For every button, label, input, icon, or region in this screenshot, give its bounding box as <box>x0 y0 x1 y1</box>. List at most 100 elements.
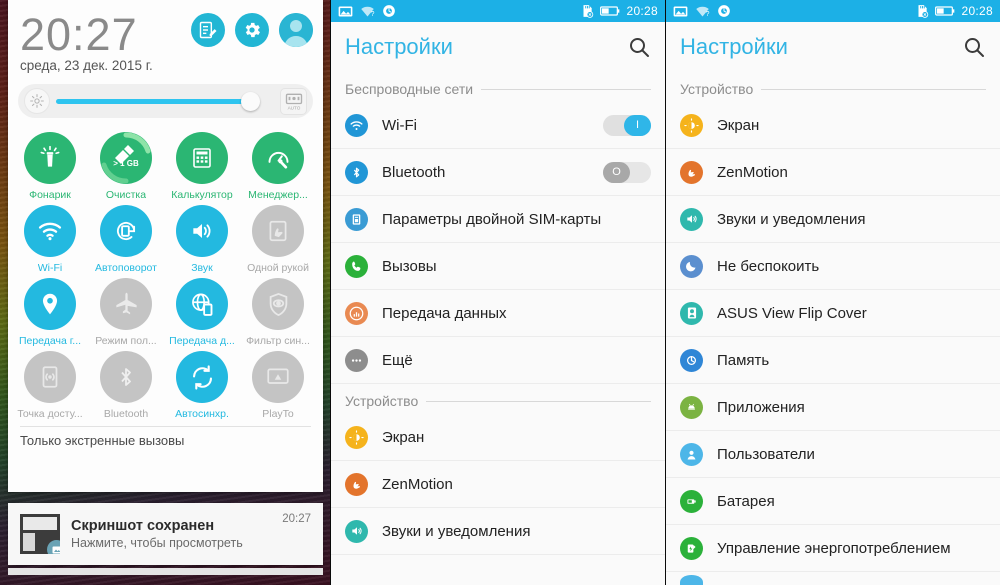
tile-flashlight[interactable]: Фонарик <box>12 128 88 201</box>
notification-body: Скриншот сохранен Нажмите, чтобы просмот… <box>71 518 271 550</box>
settings-row-sound[interactable]: Звуки и уведомления <box>331 508 665 555</box>
settings-gear-icon[interactable] <box>235 13 269 47</box>
settings-row-partial[interactable] <box>666 572 1000 585</box>
settings-row-label: Вызовы <box>382 257 437 275</box>
tile-sound[interactable]: Звук <box>164 201 240 274</box>
power-management-icon <box>680 536 703 560</box>
tile-autosync[interactable]: Автосинхр. <box>164 347 240 420</box>
page-title: Настройки <box>680 34 788 59</box>
settings-row-label: Не беспокоить <box>717 257 820 275</box>
manager-icon <box>252 132 304 184</box>
settings-row-users[interactable]: Пользователи <box>666 431 1000 478</box>
sound-icon <box>345 519 368 543</box>
settings-row-more[interactable]: Ещё <box>331 337 665 384</box>
tile-row: Точка досту... Bluetooth Автосинхр. Play… <box>12 347 319 420</box>
settings-row-label: Экран <box>382 428 425 446</box>
notification-shade-screen: 20:27 среда, 23 дек. 2015 г. AUTO Фонари… <box>0 0 330 585</box>
wifi-question-icon: ? <box>361 6 375 17</box>
tile-autorotate[interactable]: Автоповорот <box>88 201 164 274</box>
quick-note-icon[interactable] <box>191 13 225 47</box>
shade-handle-bar[interactable] <box>8 568 323 575</box>
tile-row: Wi-Fi Автоповорот Звук Одной рукой <box>12 201 319 274</box>
settings-row-zenmotion[interactable]: ZenMotion <box>666 149 1000 196</box>
page-title: Настройки <box>345 34 453 59</box>
search-icon[interactable] <box>962 35 986 59</box>
status-bar: ? 20:28 <box>666 0 1000 22</box>
settings-row-sound[interactable]: Звуки и уведомления <box>666 196 1000 243</box>
settings-row-zenmotion[interactable]: ZenMotion <box>331 461 665 508</box>
settings-row-label: Пользователи <box>717 445 815 463</box>
settings-row-label: ASUS View Flip Cover <box>717 304 867 322</box>
screenshot-thumbnail <box>20 514 60 554</box>
settings-title-bar: Настройки <box>331 22 665 72</box>
tile-wifi[interactable]: Wi-Fi <box>12 201 88 274</box>
status-bar-right-icons: 20:28 <box>580 4 658 18</box>
tile-bluelight-filter[interactable]: Фильтр син... <box>240 274 316 347</box>
settings-row-apps[interactable]: Приложения <box>666 384 1000 431</box>
tile-label: Режим пол... <box>95 335 157 347</box>
settings-row-bluetooth[interactable]: Bluetooth O <box>331 149 665 196</box>
bluetooth-icon <box>345 160 368 184</box>
storage-icon <box>680 348 703 372</box>
status-bar: ? 20:28 <box>331 0 665 22</box>
settings-screen-device: ? 20:28 Настройки Устройство Экран ZenMo… <box>665 0 1000 585</box>
settings-row-do-not-disturb[interactable]: Не беспокоить <box>666 243 1000 290</box>
playto-icon <box>252 351 304 403</box>
notification-time: 20:27 <box>282 513 311 525</box>
settings-row-label: Параметры двойной SIM-карты <box>382 210 602 228</box>
auto-brightness-icon[interactable]: AUTO <box>280 87 307 115</box>
user-avatar-icon[interactable] <box>279 13 313 47</box>
wifi-question-icon: ? <box>696 6 710 17</box>
tile-label: Передача д... <box>169 335 235 347</box>
section-header-device: Устройство <box>666 72 1000 102</box>
tile-manager[interactable]: Менеджер... <box>240 128 316 201</box>
tile-label: Автосинхр. <box>175 408 229 420</box>
bluetooth-toggle[interactable]: O <box>603 161 651 183</box>
settings-row-label: Память <box>717 351 770 369</box>
slider-knob[interactable] <box>241 91 261 111</box>
settings-row-data-usage[interactable]: Передача данных <box>331 290 665 337</box>
tile-label: Звук <box>191 262 213 274</box>
settings-row-wifi[interactable]: Wi-Fi I <box>331 102 665 149</box>
tile-label: Менеджер... <box>248 189 308 201</box>
tile-label: Фонарик <box>29 189 71 201</box>
tile-bluetooth[interactable]: Bluetooth <box>88 347 164 420</box>
settings-row-display[interactable]: Экран <box>331 414 665 461</box>
settings-row-flip-cover[interactable]: ASUS View Flip Cover <box>666 290 1000 337</box>
tile-label: Калькулятор <box>171 189 233 201</box>
section-label: Беспроводные сети <box>345 81 474 97</box>
settings-row-battery[interactable]: Батарея <box>666 478 1000 525</box>
settings-row-storage[interactable]: Память <box>666 337 1000 384</box>
brightness-slider-row[interactable]: AUTO <box>18 84 313 118</box>
tile-mobile-data[interactable]: Передача д... <box>164 274 240 347</box>
bluetooth-icon <box>100 351 152 403</box>
notification-screenshot-saved[interactable]: Скриншот сохранен Нажмите, чтобы просмот… <box>8 503 323 565</box>
tile-airplane[interactable]: Режим пол... <box>88 274 164 347</box>
mobile-data-icon <box>176 278 228 330</box>
brightness-slider[interactable] <box>56 88 274 114</box>
tile-calculator[interactable]: Калькулятор <box>164 128 240 201</box>
wifi-toggle[interactable]: I <box>603 114 651 136</box>
tile-one-hand[interactable]: Одной рукой <box>240 201 316 274</box>
do-not-disturb-icon <box>680 254 703 278</box>
section-label: Устройство <box>680 81 754 97</box>
tile-location[interactable]: Передача г... <box>12 274 88 347</box>
settings-row-power-management[interactable]: Управление энергопотреблением <box>666 525 1000 572</box>
sound-icon <box>680 207 703 231</box>
tile-label: Wi-Fi <box>37 262 63 274</box>
search-icon[interactable] <box>627 35 651 59</box>
moment-icon <box>718 5 730 17</box>
settings-row-calls[interactable]: Вызовы <box>331 243 665 290</box>
data-usage-icon <box>345 301 368 325</box>
settings-row-dual-sim[interactable]: Параметры двойной SIM-карты <box>331 196 665 243</box>
phone-icon <box>345 254 368 278</box>
section-header-device: Устройство <box>331 384 665 414</box>
tile-hotspot[interactable]: Точка досту... <box>12 347 88 420</box>
display-icon <box>680 113 703 137</box>
tile-label: Передача г... <box>18 335 82 347</box>
tile-playto[interactable]: PlayTo <box>240 347 316 420</box>
tile-cleanup[interactable]: > 1 GB Очистка <box>88 128 164 201</box>
three-phone-screenshots: 20:27 среда, 23 дек. 2015 г. AUTO Фонари… <box>0 0 1000 585</box>
section-rule <box>481 88 651 90</box>
settings-row-display[interactable]: Экран <box>666 102 1000 149</box>
